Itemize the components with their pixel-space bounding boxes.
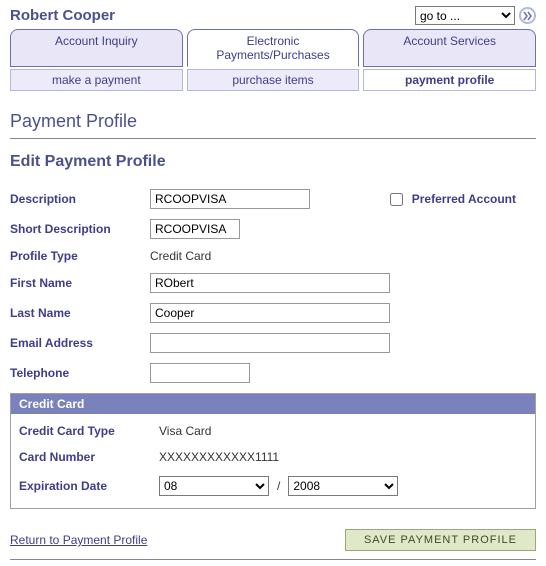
- cc-type-value: Visa Card: [159, 424, 211, 438]
- label-description: Description: [10, 192, 150, 206]
- label-telephone: Telephone: [10, 366, 150, 380]
- credit-card-section: Credit Card Credit Card Type Visa Card C…: [10, 393, 536, 509]
- double-chevron-icon: [523, 11, 533, 21]
- user-name: Robert Cooper: [10, 7, 115, 24]
- label-short-description: Short Description: [10, 222, 150, 236]
- page-title: Payment Profile: [10, 111, 536, 139]
- goto-select[interactable]: go to ...: [415, 6, 515, 25]
- description-input[interactable]: [150, 189, 310, 209]
- cc-number-value: XXXXXXXXXXXX1111: [159, 450, 279, 464]
- section-title: Edit Payment Profile: [10, 153, 536, 171]
- exp-year-select[interactable]: 2008: [288, 476, 398, 496]
- goto-button[interactable]: [519, 7, 536, 24]
- subtab-make-payment[interactable]: make a payment: [10, 69, 183, 91]
- label-preferred-account: Preferred Account: [412, 192, 516, 206]
- subtab-purchase-items[interactable]: purchase items: [187, 69, 360, 91]
- email-input[interactable]: [150, 333, 390, 353]
- label-cc-number: Card Number: [19, 450, 159, 464]
- exp-separator: /: [277, 479, 280, 493]
- credit-card-header: Credit Card: [11, 394, 535, 414]
- first-name-input[interactable]: [150, 273, 390, 293]
- profile-type-value: Credit Card: [150, 249, 211, 263]
- preferred-account-checkbox[interactable]: [390, 193, 403, 206]
- tab-account-inquiry[interactable]: Account Inquiry: [10, 29, 183, 67]
- save-payment-profile-button[interactable]: SAVE PAYMENT PROFILE: [345, 529, 536, 551]
- label-cc-expiration: Expiration Date: [19, 479, 159, 493]
- label-last-name: Last Name: [10, 306, 150, 320]
- exp-month-select[interactable]: 08: [159, 476, 269, 496]
- short-description-input[interactable]: [150, 219, 240, 239]
- label-cc-type: Credit Card Type: [19, 424, 159, 438]
- label-email: Email Address: [10, 336, 150, 350]
- tab-electronic-payments[interactable]: Electronic Payments/Purchases: [187, 29, 360, 67]
- subtab-payment-profile[interactable]: payment profile: [363, 69, 536, 91]
- label-first-name: First Name: [10, 276, 150, 290]
- last-name-input[interactable]: [150, 303, 390, 323]
- tab-account-services[interactable]: Account Services: [363, 29, 536, 67]
- label-profile-type: Profile Type: [10, 249, 150, 263]
- telephone-input[interactable]: [150, 363, 250, 383]
